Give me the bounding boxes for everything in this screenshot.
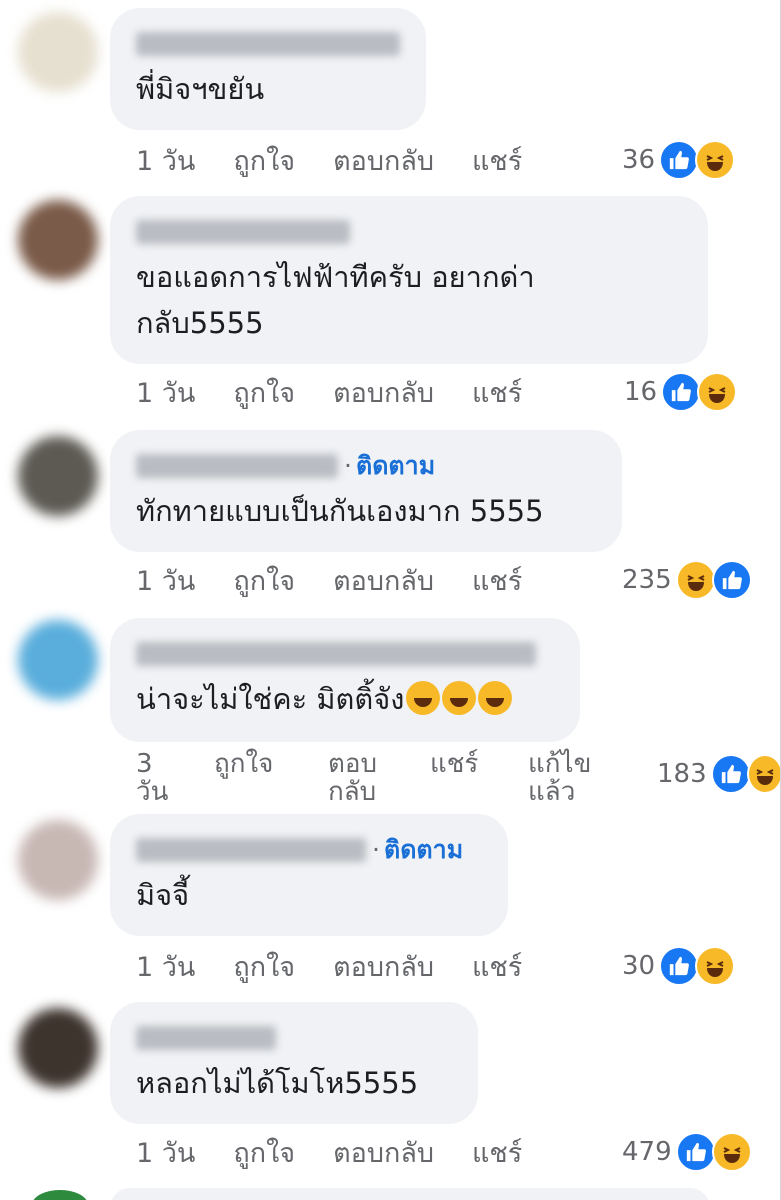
comment-bubble: · ติดตาม มิจจี้ bbox=[110, 814, 508, 936]
reaction-count: 183 bbox=[657, 759, 707, 789]
reaction-summary[interactable]: 235 bbox=[622, 558, 752, 602]
haha-reaction-icon bbox=[695, 946, 736, 986]
comment-text-body: น่าจะไม่ใช่คะ มิตติ้จัง bbox=[136, 682, 405, 716]
comment-text: ทักทายแบบเป็นกันเองมาก 5555 bbox=[136, 494, 544, 528]
comment-time[interactable]: 1 วัน bbox=[136, 1131, 195, 1174]
comment-time[interactable]: 1 วัน bbox=[136, 559, 195, 602]
comment-actions: 1 วัน ถูกใจ ตอบกลับ แชร์ bbox=[136, 946, 560, 986]
reply-button[interactable]: ตอบกลับ bbox=[328, 750, 398, 806]
like-button[interactable]: ถูกใจ bbox=[233, 559, 295, 602]
commenter-name-row bbox=[136, 30, 400, 58]
comment-time[interactable]: 1 วัน bbox=[136, 371, 195, 414]
reaction-count: 235 bbox=[622, 565, 672, 595]
commenter-name-row bbox=[136, 640, 554, 668]
reaction-count: 479 bbox=[622, 1137, 672, 1167]
share-button[interactable]: แชร์ bbox=[472, 559, 522, 602]
commenter-name-blurred[interactable] bbox=[136, 838, 366, 862]
comment-actions: 3 วัน ถูกใจ ตอบกลับ แชร์ แก้ไขแล้ว bbox=[136, 750, 656, 810]
commenter-name-row: · ติดตาม bbox=[136, 835, 482, 864]
reply-button[interactable]: ตอบกลับ bbox=[333, 139, 434, 182]
reaction-summary[interactable]: 36 bbox=[622, 138, 736, 182]
follow-link[interactable]: · ติดตาม bbox=[372, 830, 463, 870]
share-button[interactable]: แชร์ bbox=[472, 945, 522, 988]
reaction-summary[interactable]: 183 bbox=[657, 752, 780, 796]
share-button[interactable]: แชร์ bbox=[472, 139, 522, 182]
reply-button[interactable]: ตอบกลับ bbox=[333, 945, 434, 988]
commenter-name-row bbox=[136, 1024, 452, 1052]
commenter-name-blurred[interactable] bbox=[136, 220, 350, 244]
share-button[interactable]: แชร์ bbox=[430, 750, 500, 778]
comment-time[interactable]: 1 วัน bbox=[136, 139, 195, 182]
commenter-name-blurred[interactable] bbox=[136, 32, 400, 56]
haha-reaction-icon bbox=[746, 754, 780, 794]
laughing-emoji-icon bbox=[406, 681, 441, 715]
reaction-summary[interactable]: 479 bbox=[622, 1130, 752, 1174]
like-reaction-icon bbox=[675, 1132, 716, 1172]
haha-reaction-icon bbox=[695, 140, 736, 180]
avatar[interactable] bbox=[18, 620, 98, 700]
like-reaction-icon bbox=[659, 140, 700, 180]
comment-bubble: น่าจะไม่ใช่คะ มิตติ้จัง bbox=[110, 618, 580, 742]
commenter-name-blurred[interactable] bbox=[136, 642, 536, 666]
laughing-emoji-icon bbox=[478, 681, 513, 715]
reaction-count: 36 bbox=[622, 145, 656, 175]
reply-button[interactable]: ตอบกลับ bbox=[333, 1131, 434, 1174]
commenter-name-row bbox=[136, 218, 682, 246]
like-reaction-icon bbox=[659, 946, 700, 986]
comment-bubble: · ติดตาม ทักทายแบบเป็นกันเองมาก 5555 bbox=[110, 430, 622, 552]
comment-actions: 1 วัน ถูกใจ ตอบกลับ แชร์ bbox=[136, 560, 560, 600]
comment-actions: 1 วัน ถูกใจ ตอบกลับ แชร์ bbox=[136, 372, 560, 412]
comment-text: ขอแอดการไฟฟ้าทีครับ อยากด่า bbox=[136, 260, 535, 294]
comment-text: หลอกไม่ได้โมโห5555 bbox=[136, 1066, 419, 1100]
comment-text: มิจจี้ bbox=[136, 878, 190, 912]
comment-bubble: พี่มิจฯขยัน bbox=[110, 8, 426, 130]
comment-text-line-2: กลับ5555 bbox=[136, 306, 264, 340]
commenter-name-row: · ติดตาม bbox=[136, 451, 596, 480]
commenter-name-blurred[interactable] bbox=[136, 1026, 276, 1050]
follow-link[interactable]: · ติดตาม bbox=[344, 446, 435, 486]
haha-reaction-icon bbox=[711, 1132, 752, 1172]
comment-thread: พี่มิจฯขยัน 1 วัน ถูกใจ ตอบกลับ แชร์ 36 … bbox=[0, 0, 781, 1200]
laughing-emoji-icon bbox=[442, 681, 477, 715]
like-reaction-icon bbox=[661, 372, 702, 412]
avatar[interactable] bbox=[18, 200, 98, 280]
avatar[interactable] bbox=[18, 436, 98, 516]
comment-actions: 1 วัน ถูกใจ ตอบกลับ แชร์ bbox=[136, 1132, 560, 1172]
comment-bubble: หลอกไม่ได้โมโห5555 bbox=[110, 1002, 478, 1124]
share-button[interactable]: แชร์ bbox=[472, 371, 522, 414]
like-reaction-icon bbox=[711, 560, 752, 600]
haha-reaction-icon bbox=[697, 372, 738, 412]
comment-text: พี่มิจฯขยัน bbox=[136, 72, 265, 106]
comment-text: น่าจะไม่ใช่คะ มิตติ้จัง bbox=[136, 676, 554, 722]
avatar[interactable] bbox=[18, 820, 98, 900]
comment-bubble-partial bbox=[110, 1188, 710, 1200]
reply-button[interactable]: ตอบกลับ bbox=[333, 371, 434, 414]
like-button[interactable]: ถูกใจ bbox=[214, 750, 294, 778]
like-button[interactable]: ถูกใจ bbox=[233, 371, 295, 414]
comment-time[interactable]: 1 วัน bbox=[136, 945, 195, 988]
avatar[interactable] bbox=[18, 12, 98, 92]
avatar[interactable] bbox=[18, 1008, 98, 1088]
like-reaction-icon bbox=[710, 754, 751, 794]
share-button[interactable]: แชร์ bbox=[472, 1131, 522, 1174]
haha-reaction-icon bbox=[675, 560, 716, 600]
reaction-summary[interactable]: 30 bbox=[622, 944, 736, 988]
reaction-count: 16 bbox=[624, 377, 658, 407]
comment-actions: 1 วัน ถูกใจ ตอบกลับ แชร์ bbox=[136, 140, 560, 180]
edited-label[interactable]: แก้ไขแล้ว bbox=[528, 750, 618, 806]
avatar-partial[interactable] bbox=[32, 1190, 88, 1200]
reaction-summary[interactable]: 16 bbox=[624, 370, 738, 414]
commenter-name-blurred[interactable] bbox=[136, 454, 338, 478]
comment-time[interactable]: 3 วัน bbox=[136, 750, 168, 806]
like-button[interactable]: ถูกใจ bbox=[233, 1131, 295, 1174]
reply-button[interactable]: ตอบกลับ bbox=[333, 559, 434, 602]
comment-bubble: ขอแอดการไฟฟ้าทีครับ อยากด่า กลับ5555 bbox=[110, 196, 708, 364]
reaction-count: 30 bbox=[622, 951, 656, 981]
like-button[interactable]: ถูกใจ bbox=[233, 139, 295, 182]
like-button[interactable]: ถูกใจ bbox=[233, 945, 295, 988]
